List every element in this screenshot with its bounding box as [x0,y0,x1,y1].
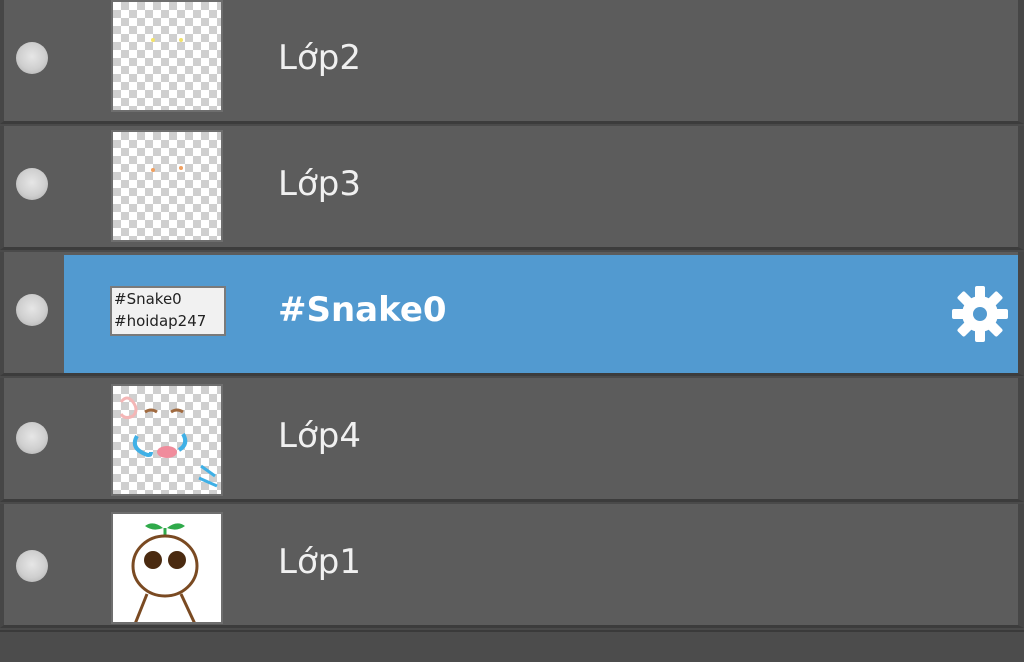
layer-row-lop4[interactable]: Lớp4 [0,378,1024,502]
layer-thumbnail [111,130,223,242]
layer-row-lop1[interactable]: Lớp1 [0,504,1024,628]
layer-name: Lớp3 [278,164,361,204]
visibility-toggle[interactable] [16,168,48,200]
thumb-text-line-1: #Snake0 [114,290,182,308]
layer-thumbnail [111,0,223,112]
layer-thumbnail [111,512,223,624]
visibility-toggle[interactable] [16,42,48,74]
layers-panel: Lớp2 Lớp3 #Snake0 #hoidap247 #Snake0 Lớp… [0,0,1024,662]
gear-icon[interactable] [950,284,1010,344]
layer-row-lop3[interactable]: Lớp3 [0,126,1024,250]
layer-row-lop2[interactable]: Lớp2 [0,0,1024,124]
layer-thumbnail-art [131,523,199,622]
layer-thumbnail-art [151,166,183,172]
visibility-toggle[interactable] [16,550,48,582]
layer-name: Lớp2 [278,38,361,78]
panel-footer [0,630,1024,662]
visibility-toggle[interactable] [16,422,48,454]
visibility-toggle[interactable] [16,294,48,326]
layer-name: Lớp4 [278,416,361,456]
layer-thumbnail [111,384,223,496]
layer-thumbnail-art [151,38,183,42]
layer-name: Lớp1 [278,542,361,582]
layer-thumbnail-art [119,396,218,488]
layer-thumbnail: #Snake0 #hoidap247 [110,286,226,336]
thumb-text-line-2: #hoidap247 [114,312,207,330]
layer-name: #Snake0 [278,290,447,330]
layer-row-snake0[interactable]: #Snake0 #hoidap247 #Snake0 [0,252,1024,376]
